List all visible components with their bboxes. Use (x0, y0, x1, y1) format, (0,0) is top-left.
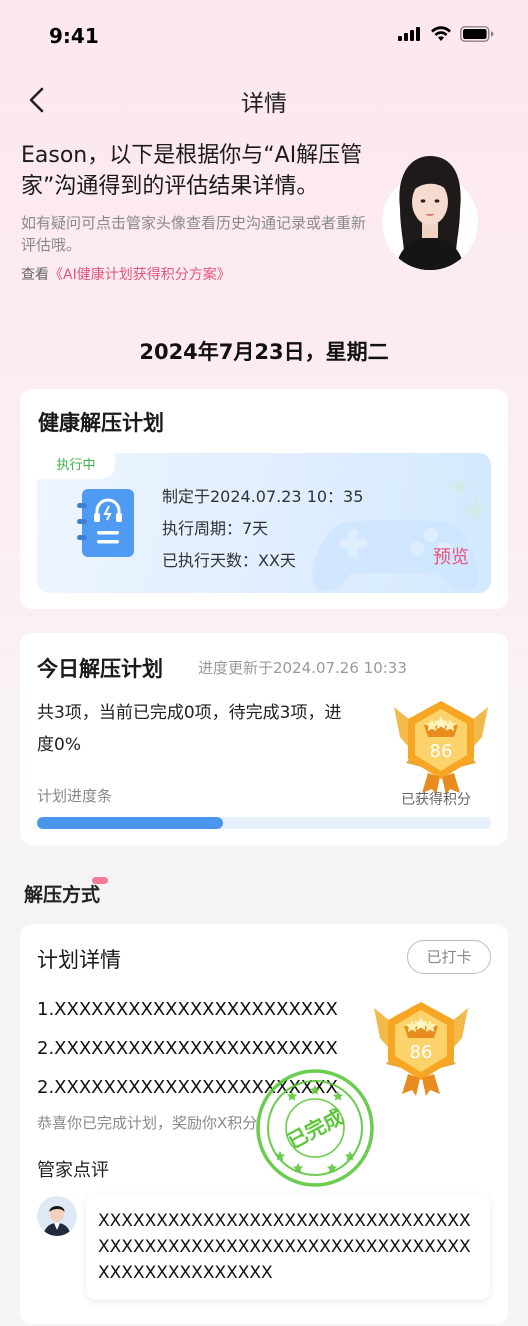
reward-badge-score-text: 86 (410, 1042, 433, 1063)
plan-created-time: 制定于2024.07.23 10：35 (162, 487, 364, 506)
nav-bar: 详情 (0, 80, 528, 124)
badge-score-text: 86 (430, 741, 453, 762)
plan-days-done: 已执行天数：XX天 (162, 551, 296, 570)
reward-badge-icon: 86 (374, 1002, 468, 1096)
review-title: 管家点评 (37, 1160, 109, 1181)
intro-section: Eason，以下是根据你与“AI解压管家”沟通得到的评估结果详情。 如有疑问可点… (21, 140, 371, 284)
review-text: XXXXXXXXXXXXXXXXXXXXXXXXXXXXXXXXXXXXXXXX… (98, 1211, 471, 1283)
points-badge-icon: 86 (394, 701, 488, 795)
plan-detail-title: 计划详情 (37, 948, 121, 972)
plan-summary-box[interactable]: 执行中 制定于2024.07.23 10：35 执行周期：7天 已执行天数：XX… (37, 453, 491, 593)
reviewer-avatar[interactable] (37, 1196, 77, 1236)
completed-stamp-icon: 已完成 (256, 1069, 374, 1187)
progress-update-time: 进度更新于2024.07.26 10:33 (198, 659, 407, 677)
wifi-icon (431, 26, 451, 41)
review-bubble: XXXXXXXXXXXXXXXXXXXXXXXXXXXXXXXXXXXXXXXX… (86, 1194, 490, 1300)
status-time: 9:41 (49, 24, 99, 48)
progress-bar (37, 817, 491, 829)
plan-item: 2.XXXXXXXXXXXXXXXXXXXXXXX (37, 1038, 338, 1059)
intro-sub-text: 如有疑问可点击管家头像查看历史沟通记录或者重新评估哦。 (21, 214, 367, 254)
badge-label: 已获得积分 (401, 792, 471, 808)
status-icons (398, 26, 494, 42)
progress-bar-fill (37, 817, 224, 829)
plan-notebook-icon (77, 489, 134, 557)
plan-item: 1.XXXXXXXXXXXXXXXXXXXXXXX (37, 999, 338, 1020)
status-bar: 9:41 (0, 0, 528, 70)
checkin-button[interactable]: 已打卡 (407, 940, 491, 974)
congrats-text: 恭喜你已完成计划，奖励你X积分 (37, 1114, 258, 1132)
intro-main-text: Eason，以下是根据你与“AI解压管家”沟通得到的评估结果详情。 (21, 143, 363, 199)
butler-avatar[interactable] (382, 152, 478, 270)
plan-info: 制定于2024.07.23 10：35 执行周期：7天 已执行天数：XX天 (162, 481, 363, 577)
status-tag: 执行中 (37, 453, 115, 479)
plan-detail-card: 计划详情 已打卡 1.XXXXXXXXXXXXXXXXXXXXXXX 2.XXX… (20, 924, 508, 1324)
points-plan-link[interactable]: 《AI健康计划获得积分方案》 (49, 267, 231, 283)
intro-link-prefix: 查看 (21, 267, 49, 283)
preview-link[interactable]: 预览 (433, 543, 469, 569)
health-plan-card: 健康解压计划 执行中 制定于2024.07.23 10：35 执行周期：7天 已… (20, 389, 508, 609)
progress-bar-label: 计划进度条 (37, 787, 113, 805)
report-date: 2024年7月23日，星期二 (139, 340, 389, 364)
battery-icon (460, 26, 494, 42)
page-title: 详情 (241, 91, 287, 117)
plan-period: 执行周期：7天 (162, 519, 269, 538)
today-plan-card: 今日解压计划 进度更新于2024.07.26 10:33 共3项，当前已完成0项… (20, 633, 508, 845)
progress-summary: 共3项，当前已完成0项，待完成3项，进度0% (37, 703, 342, 755)
health-plan-title: 健康解压计划 (38, 411, 164, 435)
today-plan-title: 今日解压计划 (37, 657, 163, 681)
intro-link-row: 查看《AI健康计划获得积分方案》 (21, 264, 371, 284)
section-title: 解压方式 (24, 884, 101, 906)
signal-icon (398, 27, 420, 41)
